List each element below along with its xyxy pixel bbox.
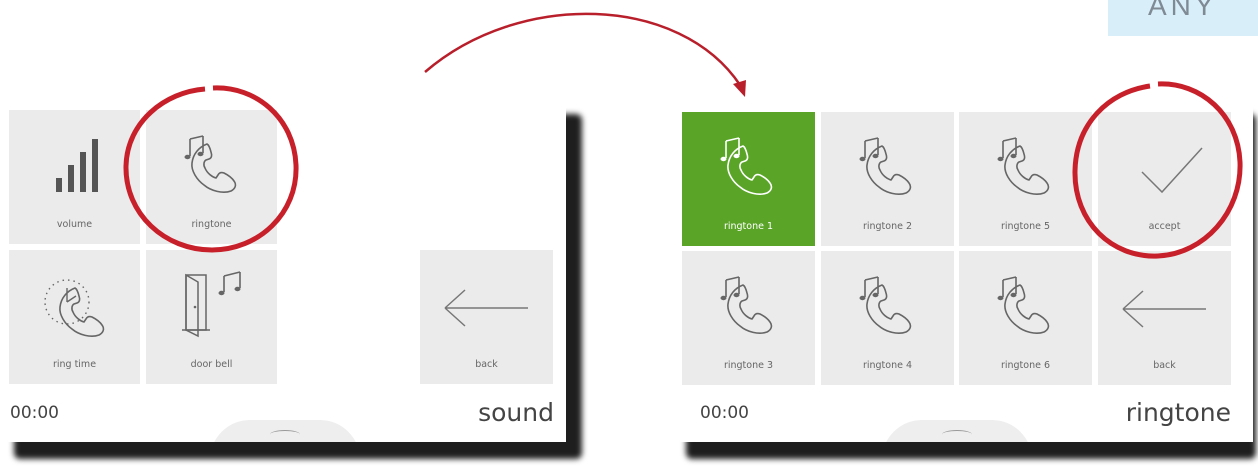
transition-arrow xyxy=(424,12,746,97)
